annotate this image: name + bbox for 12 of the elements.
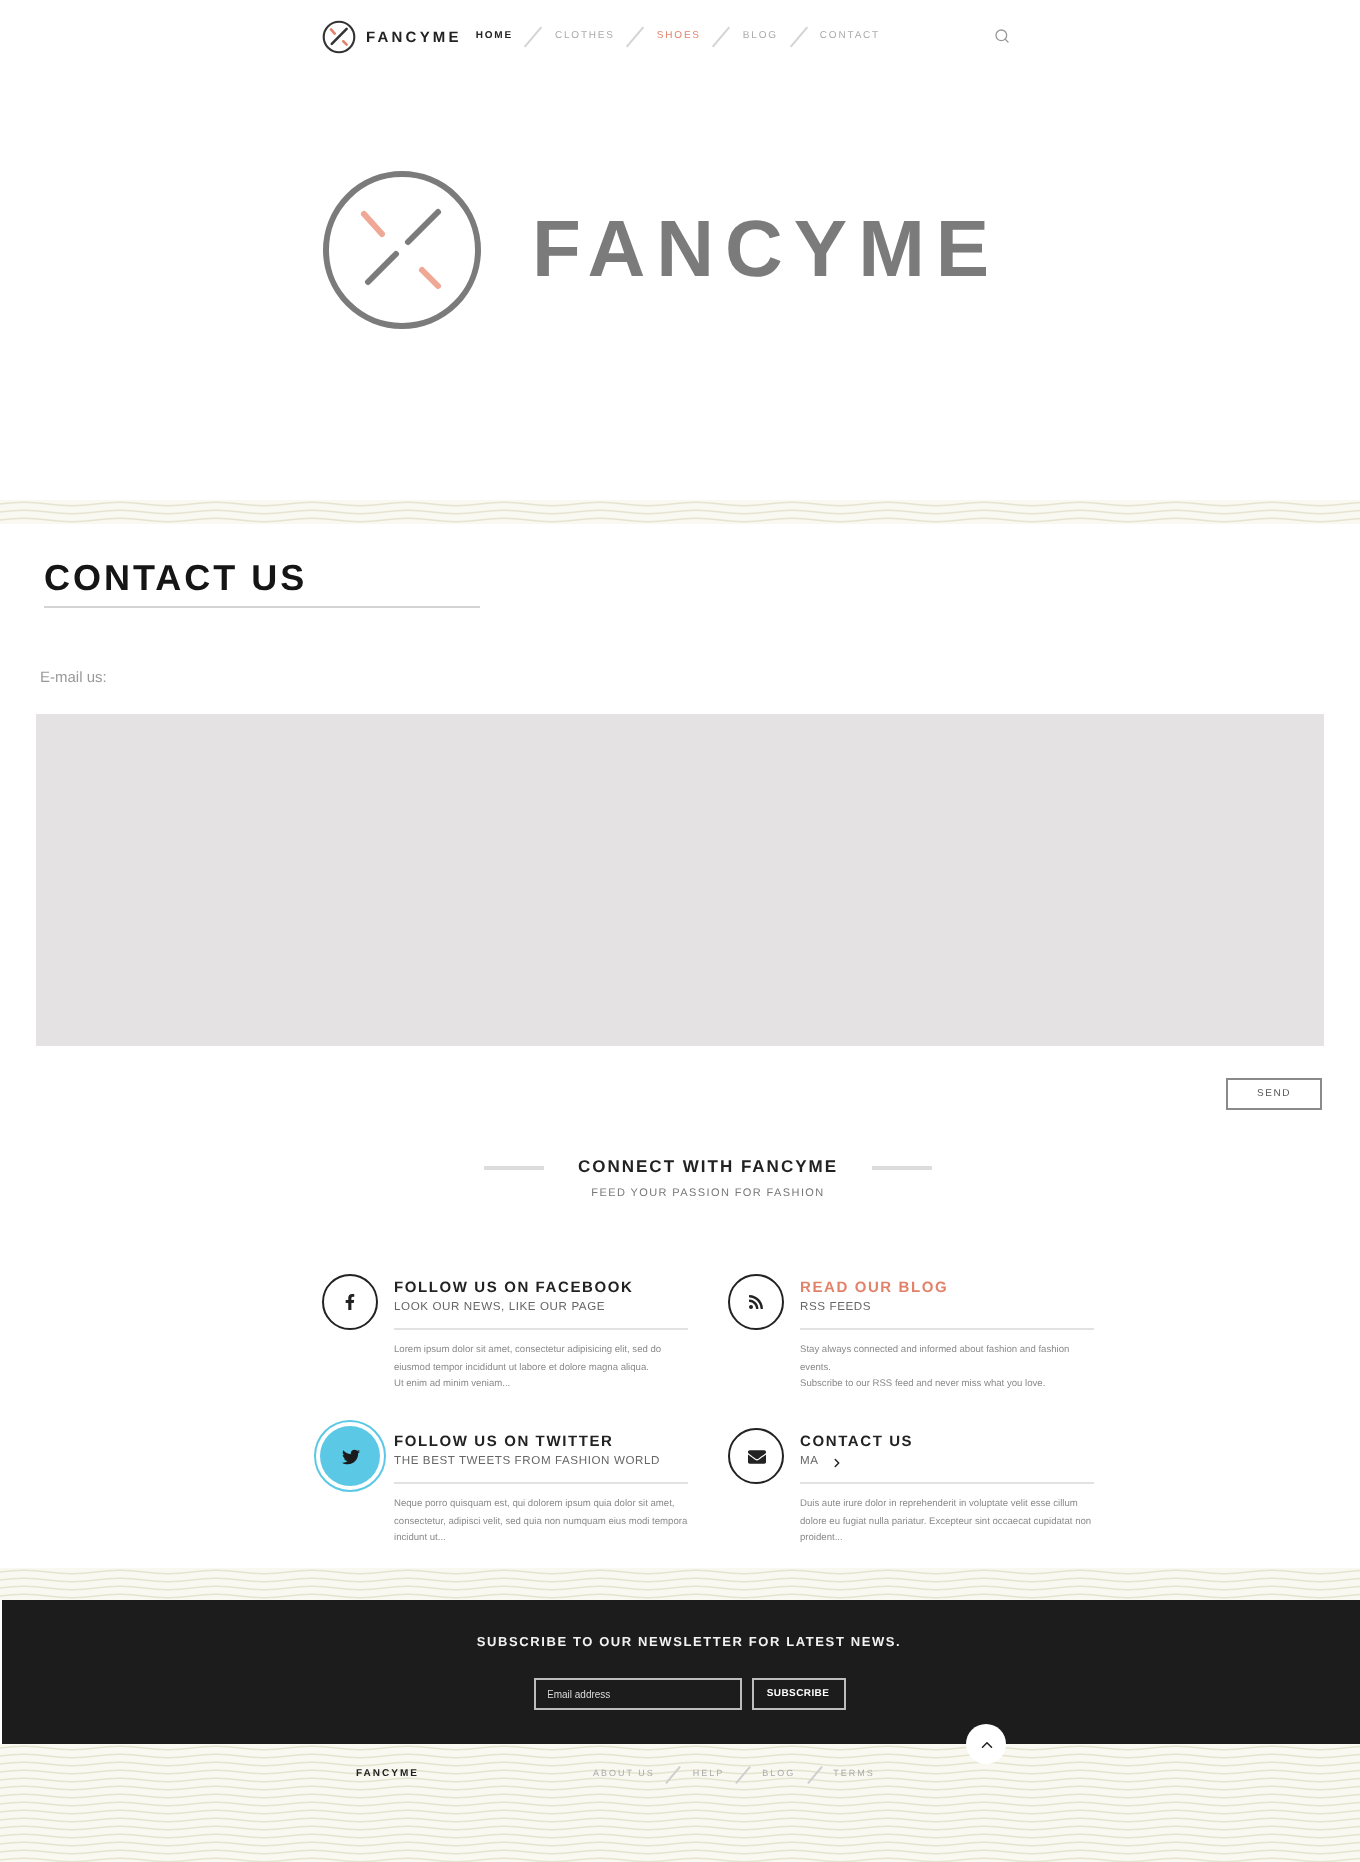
twitter-icon[interactable]	[314, 1420, 386, 1492]
page-title: CONTACT US	[44, 556, 480, 608]
section-title: CONNECT WITH FANCYME	[577, 1156, 839, 1178]
scroll-top-button[interactable]	[966, 1724, 1006, 1764]
search-icon[interactable]	[994, 28, 1010, 44]
logo-icon	[322, 19, 356, 53]
logo-text: FANCYME	[532, 205, 1001, 295]
envelope-icon[interactable]	[728, 1428, 784, 1484]
rss-icon[interactable]	[728, 1274, 784, 1330]
message-field[interactable]	[36, 714, 1324, 1046]
facebook-icon[interactable]	[322, 1274, 378, 1330]
logo-icon	[322, 170, 482, 330]
